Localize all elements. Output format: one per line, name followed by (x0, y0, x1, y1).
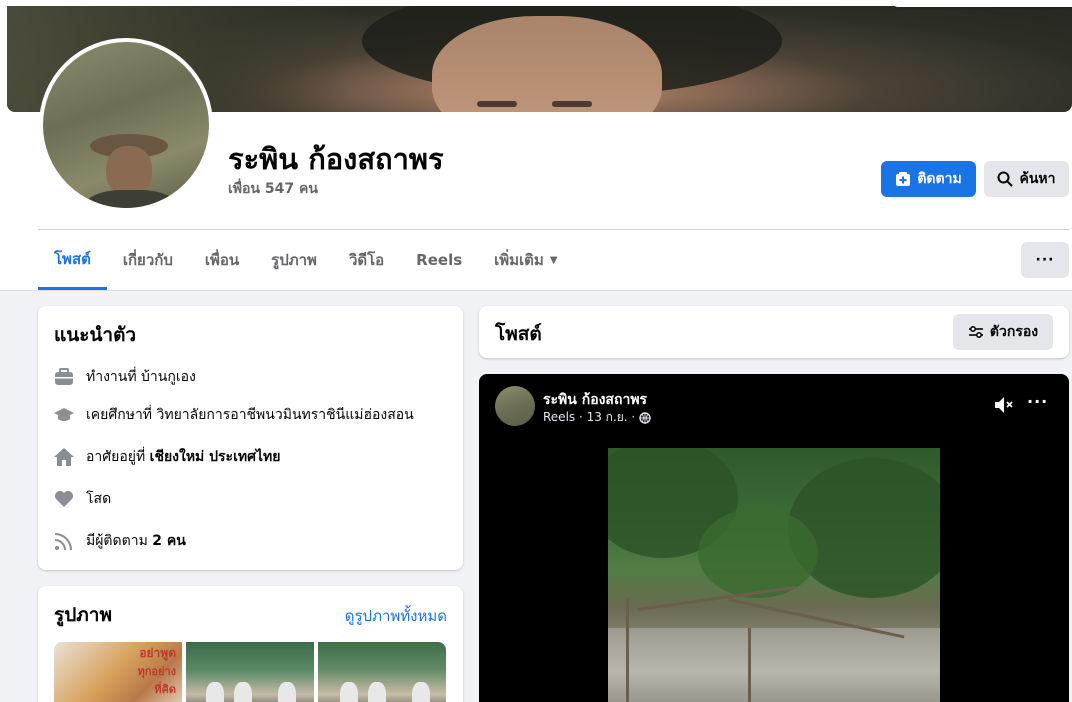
intro-title: แนะนำตัว (54, 324, 137, 346)
reel-post: ระพิน ก้องสถาพร Reels · 13 ก.ย. · ··· (479, 374, 1069, 702)
home-icon (54, 447, 74, 467)
intro-education-text: เคยศึกษาที่ วิทยาลัยการอาชีพนวมินทราชินี… (86, 407, 414, 423)
search-icon (997, 171, 1014, 187)
more-options-button[interactable]: ··· (1021, 242, 1069, 278)
photo-person (206, 682, 224, 702)
avatar-face (106, 146, 152, 196)
tab-more[interactable]: เพิ่มเติม ▼ (478, 230, 573, 290)
caret-down-icon: ▼ (549, 254, 558, 266)
see-all-photos-link[interactable]: ดูรูปภาพทั้งหมด (345, 604, 447, 628)
photo-caption-line-2: ทุกอย่าง (137, 665, 176, 678)
tab-videos[interactable]: วิดีโอ (333, 230, 400, 290)
intro-followers: มีผู้ติดตาม 2 คน (54, 530, 186, 552)
globe-icon (639, 411, 651, 424)
profile-avatar[interactable] (39, 38, 213, 212)
profile-name: ระพิน ก้องสถาพร (228, 142, 444, 176)
reel-author-avatar[interactable] (495, 386, 535, 426)
briefcase-icon (54, 367, 74, 387)
friends-count[interactable]: เพื่อน 547 คน (228, 178, 318, 200)
mute-icon[interactable] (993, 394, 1015, 416)
intro-education: เคยศึกษาที่ วิทยาลัยการอาชีพนวมินทราชินี… (54, 404, 414, 426)
profile-header: ระพิน ก้องสถาพร เพื่อน 547 คน ติดตาม ค้น… (0, 0, 1072, 291)
search-button[interactable]: ค้นหา (984, 161, 1069, 197)
photo-thumb-3[interactable] (318, 642, 446, 702)
cover-face (432, 16, 662, 112)
heart-icon (54, 489, 74, 509)
photo-caption-line-1: อย่าพูด (139, 646, 176, 660)
filter-sliders-icon (968, 325, 983, 339)
tab-posts[interactable]: โพสต์ (38, 230, 107, 290)
video-foliage (788, 458, 940, 598)
avatar-body (85, 190, 177, 208)
follow-button-label: ติดตาม (917, 171, 962, 187)
tab-friends[interactable]: เพื่อน (189, 230, 255, 290)
posts-title: โพสต์ (495, 323, 542, 345)
intro-work: ทำงานที่ บ้านกูเอง (54, 366, 196, 388)
tab-reels[interactable]: Reels (400, 230, 478, 290)
top-bar-fragment (892, 0, 1072, 7)
photos-title: รูปภาพ (54, 604, 112, 626)
graduation-cap-icon (54, 405, 74, 425)
cover-eye-left (477, 101, 517, 107)
search-button-label: ค้นหา (1019, 171, 1056, 187)
tab-about[interactable]: เกี่ยวกับ (107, 230, 189, 290)
video-stream (608, 628, 940, 702)
reel-video[interactable] (608, 448, 940, 702)
profile-tabs: โพสต์ เกี่ยวกับ เพื่อน รูปภาพ วิดีโอ Ree… (38, 230, 574, 290)
posts-header-card: โพสต์ ตัวกรอง (479, 306, 1069, 358)
follow-button[interactable]: ติดตาม (881, 161, 976, 197)
intro-location-value[interactable]: เชียงใหม่ ประเทศไทย (150, 449, 281, 465)
reel-meta: Reels · 13 ก.ย. · (543, 408, 651, 427)
intro-work-text: ทำงานที่ บ้านกูเอง (86, 369, 196, 385)
follow-icon (896, 172, 911, 186)
intro-followers-count[interactable]: 2 คน (152, 533, 186, 549)
photo-person (340, 682, 358, 702)
photo-person (412, 682, 430, 702)
filter-button-label: ตัวกรอง (989, 324, 1039, 340)
photo-person (278, 682, 296, 702)
photo-person (368, 682, 386, 702)
video-branch (626, 598, 629, 702)
video-branch (748, 628, 751, 702)
intro-location: อาศัยอยู่ที่ เชียงใหม่ ประเทศไทย (54, 446, 280, 468)
intro-location-prefix: อาศัยอยู่ที่ (86, 449, 150, 465)
photo-thumb-2[interactable] (186, 642, 314, 702)
reel-meta-text[interactable]: Reels · 13 ก.ย. · (543, 408, 635, 427)
reel-options-button[interactable]: ··· (1027, 392, 1048, 411)
filter-button[interactable]: ตัวกรอง (953, 314, 1053, 350)
photos-card: รูปภาพ ดูรูปภาพทั้งหมด อย่าพูด ทุกอย่าง … (38, 586, 463, 702)
rss-icon (54, 531, 74, 551)
photo-caption-line-3: ที่คิด (154, 683, 176, 696)
intro-followers-prefix: มีผู้ติดตาม (86, 533, 153, 549)
intro-relationship-text: โสด (86, 491, 112, 507)
intro-relationship: โสด (54, 488, 111, 510)
intro-card: แนะนำตัว ทำงานที่ บ้านกูเอง เคยศึกษาที่ … (38, 306, 463, 570)
photo-thumb-1[interactable]: อย่าพูด ทุกอย่าง ที่คิด (54, 642, 182, 702)
tab-photos[interactable]: รูปภาพ (255, 230, 333, 290)
photo-person (234, 682, 252, 702)
cover-eye-right (552, 101, 592, 107)
video-foliage (698, 508, 818, 598)
